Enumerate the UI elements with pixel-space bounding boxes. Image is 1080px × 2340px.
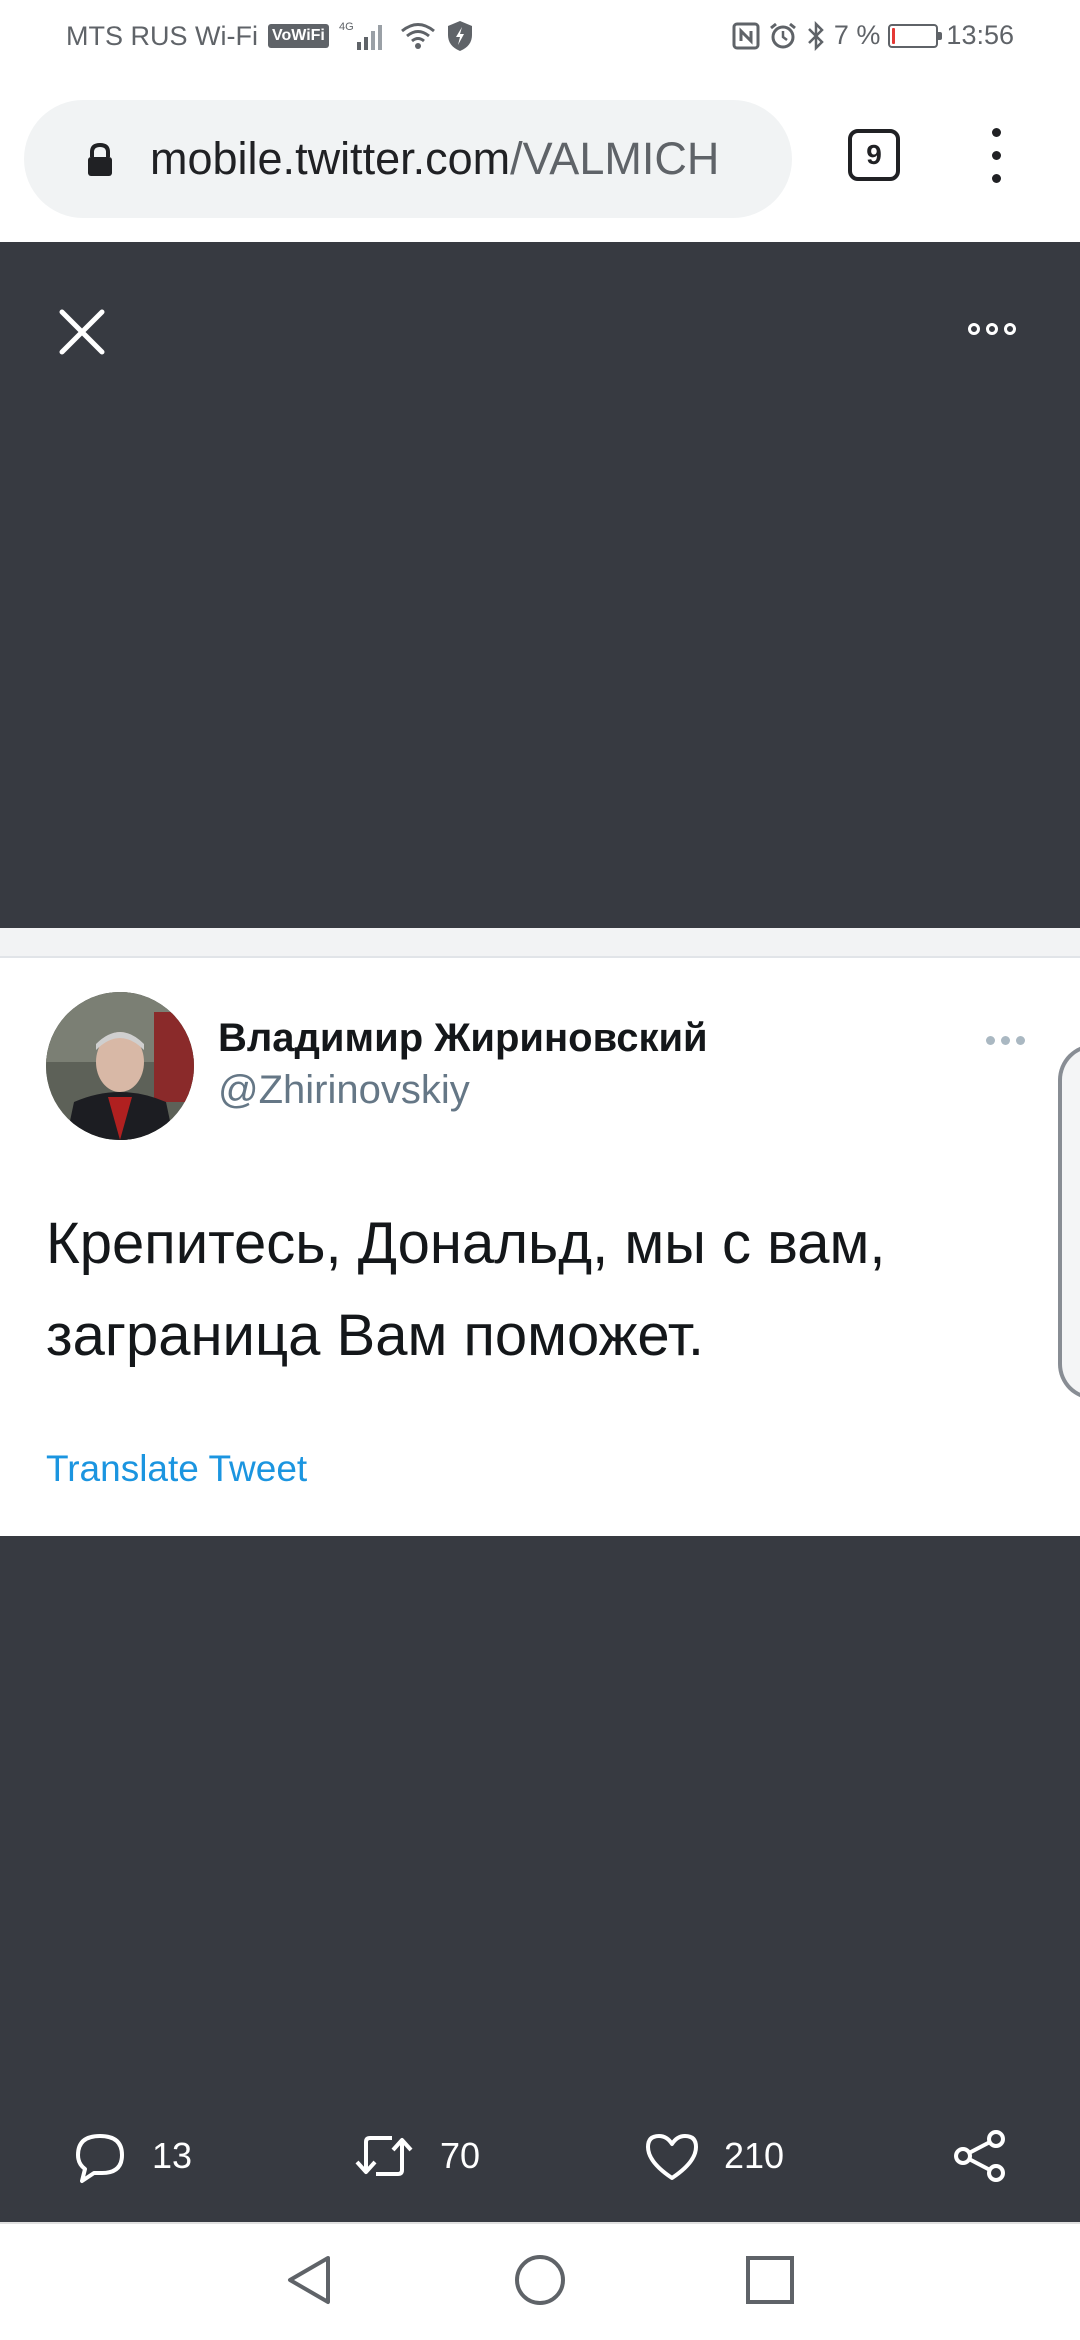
address-bar[interactable]: mobile.twitter.com/VALMICH — [24, 100, 792, 218]
clock: 13:56 — [946, 20, 1014, 50]
reply-count: 13 — [152, 2135, 193, 2176]
tweet-text-line: Крепитесь, Дональд, мы с вам, — [46, 1211, 886, 1276]
tweet-text: Крепитесь, Дональд, мы с вам, заграница … — [46, 1198, 1006, 1382]
more-dot — [986, 323, 998, 335]
bluetooth-icon — [806, 20, 826, 51]
menu-dot — [992, 128, 1001, 137]
divider — [0, 928, 1080, 958]
browser-toolbar: mobile.twitter.com/VALMICH 9 — [0, 76, 1080, 242]
tab-switcher-button[interactable]: 9 — [848, 129, 900, 181]
wifi-icon — [399, 21, 437, 51]
back-icon[interactable] — [278, 2248, 342, 2312]
recents-icon[interactable] — [738, 2248, 802, 2312]
menu-dot — [992, 174, 1001, 183]
menu-dot — [992, 151, 1001, 160]
status-left: MTS RUS Wi-Fi VoWiFi 4G — [66, 20, 473, 52]
home-icon[interactable] — [508, 2248, 572, 2312]
like-button[interactable]: 210 — [644, 2116, 784, 2196]
system-nav-bar — [0, 2222, 1080, 2340]
reply-icon — [76, 2134, 124, 2183]
alarm-icon — [768, 21, 798, 51]
signal-icon: 4G — [339, 20, 389, 52]
shield-icon — [447, 20, 473, 52]
browser-menu-button[interactable] — [976, 124, 1016, 188]
more-dot — [968, 323, 980, 335]
network-type-label: 4G — [339, 21, 354, 33]
url-text[interactable]: mobile.twitter.com/VALMICH — [150, 130, 768, 188]
tab-count: 9 — [866, 139, 882, 170]
tweet-text-line: заграница Вам поможет. — [46, 1303, 704, 1368]
vowifi-badge: VoWiFi — [267, 24, 329, 48]
battery-percent: 7 % — [833, 20, 881, 50]
media-viewer-top — [0, 242, 1080, 928]
avatar-image — [46, 992, 194, 1140]
retweet-count: 70 — [440, 2135, 481, 2176]
translate-tweet-link[interactable]: Translate Tweet — [46, 1448, 307, 1490]
carrier-label: MTS RUS Wi-Fi — [66, 20, 258, 51]
user-handle[interactable]: @Zhirinovskiy — [218, 1068, 470, 1113]
more-dot — [1016, 1036, 1025, 1045]
tweet-actions: 13 70 210 — [0, 2116, 1080, 2196]
display-name[interactable]: Владимир Жириновский — [218, 1016, 708, 1061]
battery-icon — [888, 23, 943, 48]
media-viewer-bottom: 13 70 210 — [0, 1536, 1080, 2222]
reply-button[interactable]: 13 — [72, 2116, 192, 2196]
url-path: /VALMICH — [510, 133, 720, 184]
retweet-icon — [355, 2136, 413, 2176]
retweet-button[interactable]: 70 — [352, 2116, 480, 2196]
url-host: mobile.twitter.com — [150, 133, 511, 184]
more-dot — [1004, 323, 1016, 335]
share-button[interactable] — [952, 2116, 1008, 2196]
status-right: 7 % 13:56 — [732, 20, 1014, 51]
share-icon — [954, 2130, 1005, 2182]
tweet-more-icon[interactable] — [986, 1036, 1025, 1045]
avatar[interactable] — [46, 992, 194, 1140]
tweet-card: Владимир Жириновский @Zhirinovskiy Крепи… — [0, 958, 1080, 1536]
edge-panel-handle[interactable] — [1058, 1044, 1080, 1400]
more-options-icon[interactable] — [968, 314, 1026, 344]
lock-icon — [88, 142, 112, 176]
nfc-icon — [732, 22, 760, 50]
more-dot — [1001, 1036, 1010, 1045]
more-dot — [986, 1036, 995, 1045]
heart-icon — [646, 2134, 698, 2180]
like-count: 210 — [724, 2135, 785, 2176]
status-bar: MTS RUS Wi-Fi VoWiFi 4G 7 % 13:56 — [0, 0, 1080, 76]
battery-level — [892, 27, 896, 44]
close-icon[interactable] — [52, 302, 112, 362]
